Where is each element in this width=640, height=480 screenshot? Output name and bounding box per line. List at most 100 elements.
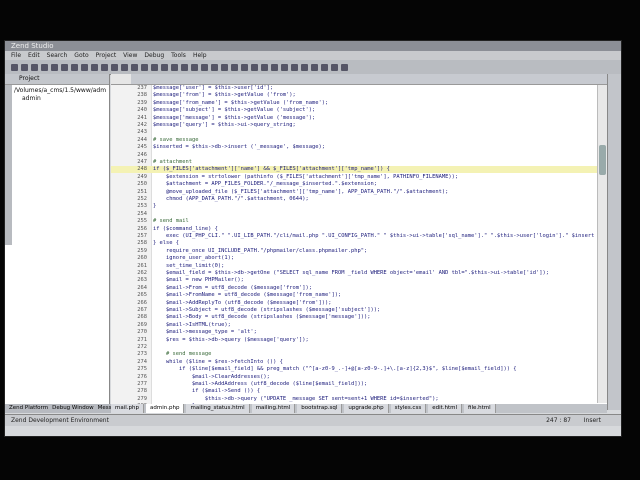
code-line[interactable]: 249 $extension = strtolower (pathinfo ($… [111,174,607,181]
file-tab[interactable]: file.html [464,404,496,413]
code-line[interactable]: 238 $message['from'] = $this->getValue ('… [111,92,607,99]
menu-search[interactable]: Search [47,51,68,60]
file-tab[interactable]: styles.css [390,404,427,413]
code-line[interactable]: 273 # send message [111,351,607,358]
toolbar-button[interactable] [261,63,268,71]
toolbar-button[interactable] [161,63,168,71]
code-line[interactable]: 268 $mail->Body = utf8_decode (stripslas… [111,314,607,321]
toolbar-button[interactable] [61,63,68,71]
toolbar-button[interactable] [281,63,288,71]
menu-edit[interactable]: Edit [28,51,40,60]
toolbar-button[interactable] [11,63,18,71]
code-line[interactable]: 274 while ($line = $res->fetchInto ()) { [111,359,607,366]
toolbar-button[interactable] [41,63,48,71]
toolbar-button[interactable] [21,63,28,71]
file-manager-sidebar[interactable] [5,85,12,245]
code-area[interactable]: 237 $message['user'] = $this->user['id'];… [111,85,607,407]
toolbar-button[interactable] [31,63,38,71]
code-line[interactable]: 261 set_time_limit(0); [111,263,607,270]
tree-root[interactable]: /Volumes/a_cms/1.5/www/adm [14,87,106,95]
toolbar-button[interactable] [51,63,58,71]
toolbar-button[interactable] [221,63,228,71]
menu-project[interactable]: Project [96,51,117,60]
code-line[interactable]: 248 if ($_FILES['attachment']['name'] && … [111,166,607,174]
menu-debug[interactable]: Debug [144,51,164,60]
code-line[interactable]: 269 $mail->IsHTML(true); [111,322,607,329]
toolbar-button[interactable] [201,63,208,71]
toolbar-button[interactable] [171,63,178,71]
code-line[interactable]: 271 $res = $this->db->query ($message['q… [111,337,607,344]
toolbar-button[interactable] [331,63,338,71]
code-line[interactable]: 240 $message['subject'] = $this->getValue… [111,107,607,114]
code-line[interactable]: 275 if ($line[$email_field] && preg_matc… [111,366,607,373]
right-side-panel[interactable] [607,74,621,410]
code-line[interactable]: 264 $mail->From = utf8_decode ($message[… [111,285,607,292]
code-line[interactable]: 265 $mail->FromName = utf8_decode ($mess… [111,292,607,299]
code-line[interactable]: 276 $mail->ClearAddresses(); [111,374,607,381]
code-line[interactable]: 258} else { [111,240,607,247]
file-tab[interactable]: mailing.html [251,404,296,413]
menu-help[interactable]: Help [193,51,207,60]
toolbar-button[interactable] [231,63,238,71]
code-line[interactable]: 255 # send mail [111,218,607,225]
code-line[interactable]: 243 [111,129,607,136]
menu-file[interactable]: File [11,51,21,60]
code-line[interactable]: 260 ignore_user_abort(1); [111,255,607,262]
project-tab[interactable]: Project [5,74,109,85]
code-line[interactable]: 279 $this->db->query ("UPDATE _message S… [111,396,607,403]
code-line[interactable]: 259 require_once UI_INCLUDE_PATH."/phpma… [111,248,607,255]
code-line[interactable]: 277 $mail->AddAddress (utf8_decode ($lin… [111,381,607,388]
toolbar-button[interactable] [111,63,118,71]
menu-goto[interactable]: Goto [74,51,88,60]
debug-window-button[interactable]: Debug Window [52,404,94,413]
toolbar-button[interactable] [291,63,298,71]
code-line[interactable]: 263 $mail = new PHPMailer(); [111,277,607,284]
code-line[interactable]: 250 $attachment = APP_FILES_FOLDER."/_me… [111,181,607,188]
code-line[interactable]: 253} [111,203,607,210]
toolbar-button[interactable] [191,63,198,71]
file-tab[interactable]: mail.php [111,404,145,413]
toolbar-button[interactable] [91,63,98,71]
code-line[interactable]: 278 if ($mail->Send ()) { [111,388,607,395]
code-line[interactable]: 257 exec (UI_PHP_CLI." ".UI_LIB_PATH."/c… [111,233,607,240]
toolbar-button[interactable] [341,63,348,71]
toolbar-button[interactable] [101,63,108,71]
code-line[interactable]: 239 $message['from_name'] = $this->getVal… [111,100,607,107]
code-line[interactable]: 251 @move_uploaded_file ($_FILES['attach… [111,189,607,196]
toolbar-button[interactable] [121,63,128,71]
editor-tab[interactable] [111,74,131,84]
file-tab[interactable]: bootstrap.sql [297,404,343,413]
code-line[interactable]: 272 [111,344,607,351]
toolbar-button[interactable] [241,63,248,71]
toolbar-button[interactable] [81,63,88,71]
toolbar-button[interactable] [211,63,218,71]
code-line[interactable]: 241 $message['message'] = $this->getValue… [111,115,607,122]
code-line[interactable]: 246 [111,152,607,159]
toolbar-button[interactable] [301,63,308,71]
tree-item-admin[interactable]: admin [14,95,106,103]
toolbar-button[interactable] [251,63,258,71]
code-line[interactable]: 242 $message['query'] = $this->ui->query_… [111,122,607,129]
code-line[interactable]: 244 # save message [111,137,607,144]
zend-platform-button[interactable]: Zend Platform [9,404,48,413]
scrollbar-thumb[interactable] [599,145,606,175]
menu-tools[interactable]: Tools [171,51,186,60]
toolbar-button[interactable] [71,63,78,71]
file-tab[interactable]: admin.php [146,404,185,413]
file-tab[interactable]: edit.html [428,404,463,413]
code-line[interactable]: 262 $email_field = $this->db->getOne ("S… [111,270,607,277]
code-line[interactable]: 245 $inserted = $this->db->insert ('_mess… [111,144,607,151]
code-line[interactable]: 270 $mail->message_type = 'alt'; [111,329,607,336]
toolbar-button[interactable] [311,63,318,71]
code-line[interactable]: 267 $mail->Subject = utf8_decode (strips… [111,307,607,314]
toolbar-button[interactable] [151,63,158,71]
toolbar-button[interactable] [321,63,328,71]
code-line[interactable]: 252 chmod (APP_DATA_PATH."/".$attachment… [111,196,607,203]
editor-scrollbar[interactable] [597,85,607,403]
menu-view[interactable]: View [123,51,137,60]
code-line[interactable]: 256 if ($command_line) { [111,226,607,233]
toolbar-button[interactable] [181,63,188,71]
code-editor[interactable]: 237 $message['user'] = $this->user['id'];… [111,74,607,410]
code-line[interactable]: 237 $message['user'] = $this->user['id']; [111,85,607,92]
code-line[interactable]: 247 # attachment [111,159,607,166]
